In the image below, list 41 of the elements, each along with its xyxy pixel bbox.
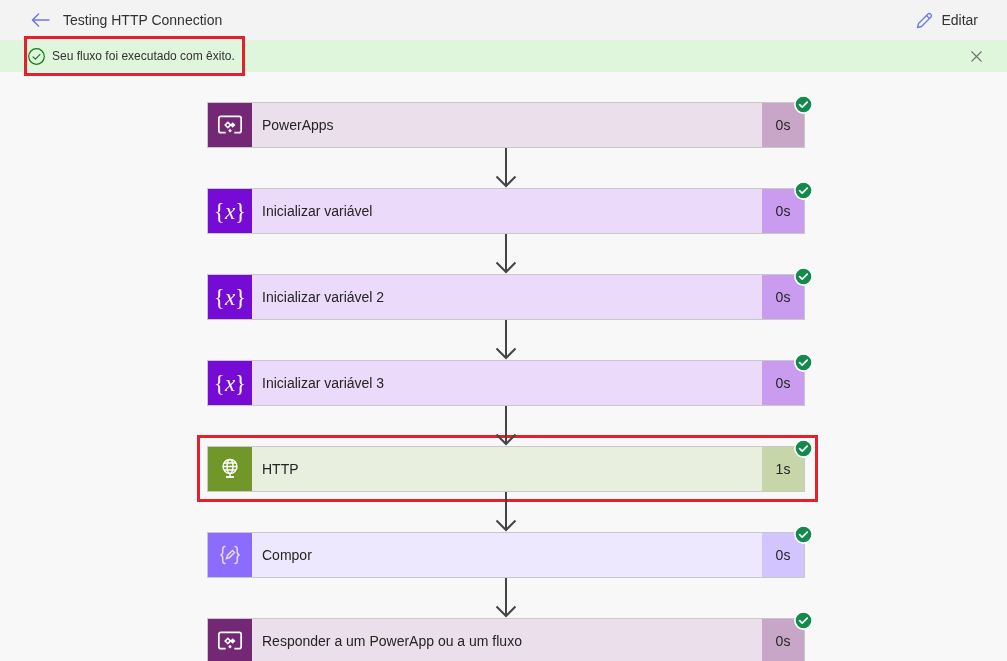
- step-title: HTTP: [261, 459, 300, 479]
- step-title: Inicializar variável: [261, 201, 374, 221]
- flow-step-card[interactable]: {x} Inicializar variável 2 0s: [207, 274, 805, 320]
- flow-step-card[interactable]: Compor 0s: [207, 532, 805, 578]
- step-title: PowerApps: [261, 115, 335, 135]
- step-duration: 1s: [762, 447, 804, 491]
- flow-step-card[interactable]: Responder a um PowerApp ou a um fluxo 0s: [207, 618, 805, 661]
- connector-arrow: [495, 578, 517, 618]
- step-title: Compor: [261, 545, 313, 565]
- step-title: Inicializar variável 3: [261, 373, 386, 393]
- step-title: Responder a um PowerApp ou a um fluxo: [261, 631, 523, 651]
- step-duration: 0s: [762, 533, 804, 577]
- curly-braces-x-icon: {x}: [208, 189, 252, 233]
- step-title: Inicializar variável 2: [261, 287, 386, 307]
- flow-step-card[interactable]: HTTP 1s: [207, 446, 805, 492]
- flow-title: Testing HTTP Connection: [63, 10, 223, 30]
- close-button[interactable]: [968, 48, 984, 64]
- flow-step-card[interactable]: PowerApps 0s: [207, 102, 805, 148]
- arrow-left-icon: [30, 13, 50, 27]
- edit-button[interactable]: Editar: [916, 9, 978, 31]
- step-duration: 0s: [762, 103, 804, 147]
- curly-braces-x-icon: {x}: [208, 275, 252, 319]
- flow-step-card[interactable]: {x} Inicializar variável 3 0s: [207, 360, 805, 406]
- step-duration: 0s: [762, 361, 804, 405]
- pencil-icon: [916, 11, 934, 29]
- connector-arrow: [495, 406, 517, 446]
- flow-step-card[interactable]: {x} Inicializar variável 0s: [207, 188, 805, 234]
- braces-pencil-icon: [208, 533, 252, 577]
- curly-braces-x-icon: {x}: [208, 361, 252, 405]
- check-circle-icon: [28, 47, 45, 65]
- step-duration: 0s: [762, 275, 804, 319]
- connector-arrow: [495, 492, 517, 532]
- globe-icon: [208, 447, 252, 491]
- step-duration: 0s: [762, 619, 804, 661]
- powerapps-icon: [208, 103, 252, 147]
- step-duration: 0s: [762, 189, 804, 233]
- close-icon: [970, 50, 982, 62]
- connector-arrow: [495, 148, 517, 188]
- connector-arrow: [495, 234, 517, 274]
- banner-message: Seu fluxo foi executado com êxito.: [52, 48, 235, 65]
- connector-arrow: [495, 320, 517, 360]
